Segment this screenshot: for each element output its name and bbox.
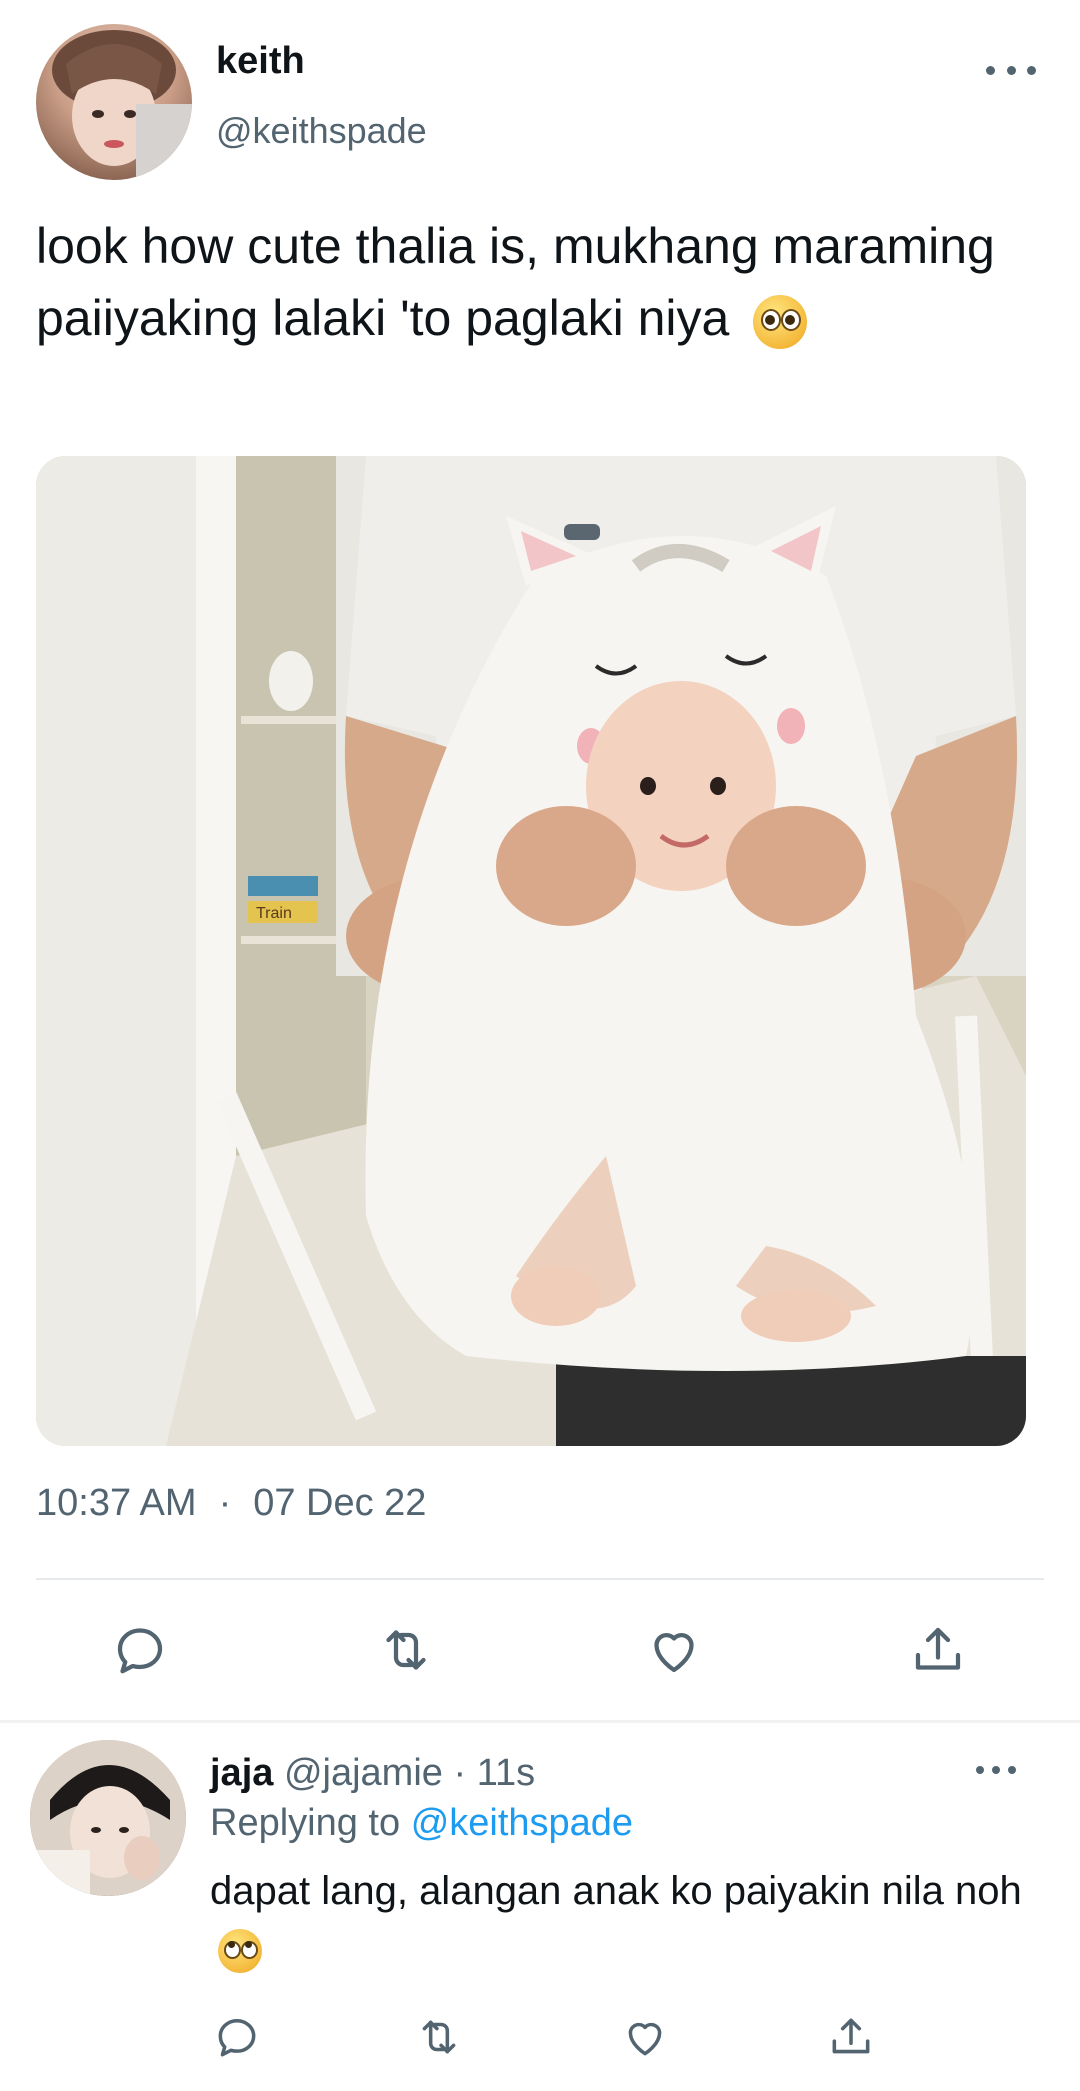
reply-retweet-icon[interactable] [414, 2012, 464, 2062]
reply-text-content: dapat lang, alangan anak ko paiyakin nil… [210, 1869, 1022, 1913]
replying-to-line: Replying to @keithspade [210, 1802, 633, 1845]
tweet-timestamp[interactable]: 10:37 AM · 07 Dec 22 [36, 1482, 426, 1525]
reply-like-icon[interactable] [620, 2012, 670, 2062]
replying-to-mention[interactable]: @keithspade [411, 1802, 633, 1844]
author-handle[interactable]: @keithspade [216, 110, 427, 152]
author-avatar[interactable] [36, 24, 192, 180]
reply-time: · 11s [442, 1752, 536, 1794]
photo-sign-text: Train [256, 905, 292, 922]
share-icon[interactable] [908, 1620, 968, 1680]
pleading-face-emoji-icon [753, 294, 808, 349]
tweet-date: 07 Dec 22 [253, 1482, 427, 1524]
baby-in-hooded-towel-image: Train [36, 456, 1026, 1446]
retweet-icon[interactable] [376, 1620, 436, 1680]
author-display-name[interactable]: keith [216, 40, 305, 83]
tweet-photo[interactable]: Train [36, 456, 1026, 1446]
rolling-eyes-emoji-icon [218, 1929, 262, 1974]
reply-author-avatar[interactable] [30, 1740, 186, 1896]
reply-header: jaja @jajamie · 11s [210, 1752, 535, 1795]
reply-text: dapat lang, alangan anak ko paiyakin nil… [210, 1862, 1030, 1978]
tweet-text-content: look how cute thalia is, mukhang maramin… [36, 218, 995, 346]
section-separator [0, 1720, 1080, 1723]
tweet-text: look how cute thalia is, mukhang maramin… [36, 210, 1036, 354]
replying-to-label: Replying to [210, 1802, 401, 1844]
reply-share-icon[interactable] [826, 2012, 876, 2062]
reply-handle[interactable]: @jajamie [284, 1752, 443, 1794]
reply-display-name[interactable]: jaja [210, 1752, 273, 1794]
separator-dot: · [218, 1482, 232, 1524]
tweet-time: 10:37 AM [36, 1482, 197, 1524]
divider [36, 1578, 1044, 1580]
like-icon[interactable] [644, 1620, 704, 1680]
reply-more-options-icon[interactable] [976, 1750, 1016, 1790]
reply-reply-icon[interactable] [212, 2012, 262, 2062]
reply-icon[interactable] [110, 1620, 170, 1680]
more-options-icon[interactable] [986, 50, 1036, 90]
